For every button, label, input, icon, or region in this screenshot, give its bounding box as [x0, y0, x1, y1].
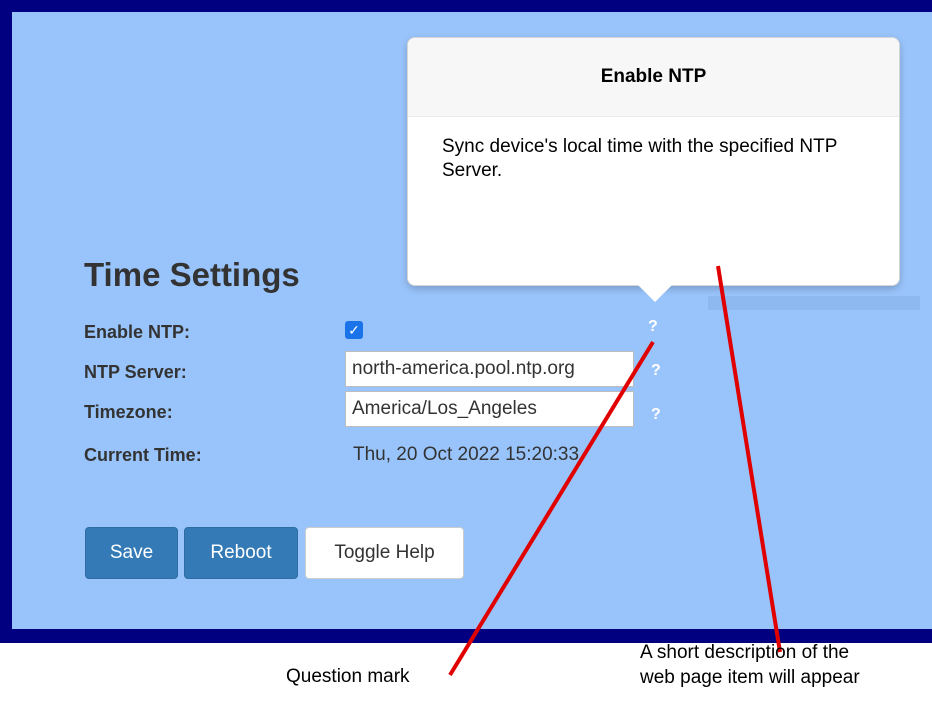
callout-lines [448, 265, 782, 677]
description-caption-line1: A short description of the [640, 642, 850, 663]
description-caption-line2: web page item will appear [640, 667, 860, 688]
description-callout-line [716, 265, 782, 653]
question-mark-caption: Question mark [286, 666, 410, 687]
question-mark-callout-line [448, 340, 655, 677]
